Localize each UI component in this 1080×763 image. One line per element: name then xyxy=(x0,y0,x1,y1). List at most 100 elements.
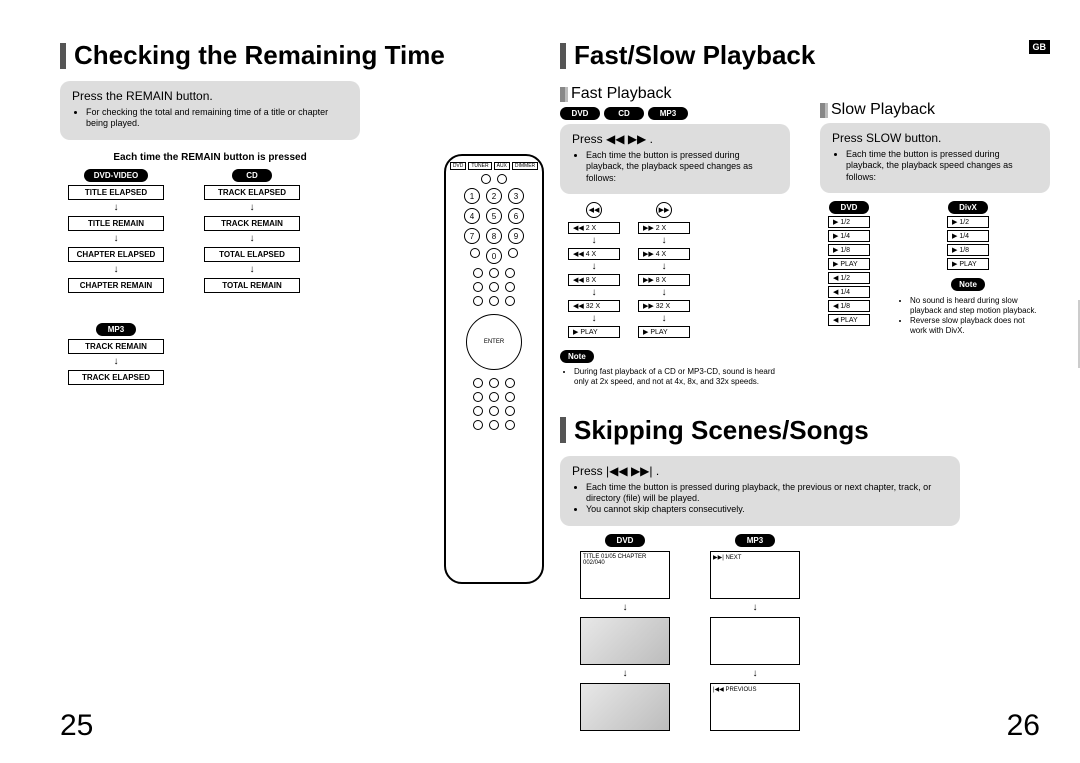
fast-fwd-1: ▶▶ 4 X xyxy=(638,248,690,260)
remote-num-9: 9 xyxy=(508,228,524,244)
down-arrow-icon: ↓ xyxy=(250,234,255,244)
fast-fwd-3: ▶▶ 32 X xyxy=(638,300,690,312)
slow-dvd-6: ◀ 1/8 xyxy=(828,300,870,312)
heading-text: Fast/Slow Playback xyxy=(574,40,815,71)
fast-rev-3: ◀◀ 32 X xyxy=(568,300,620,312)
down-arrow-icon: ↓ xyxy=(753,669,758,679)
remote-num-0: 0 xyxy=(486,248,502,264)
dvd-osd-caption: TITLE 01/05 CHAPTER 002/040 xyxy=(583,554,646,566)
press-word: Press xyxy=(572,132,603,146)
dvd-state-2: CHAPTER ELAPSED xyxy=(68,247,164,262)
down-arrow-icon: ↓ xyxy=(662,288,667,298)
remote-btn xyxy=(489,282,499,292)
dvd-scene-thumb xyxy=(580,683,670,731)
subheading-fast: Fast Playback xyxy=(560,85,790,103)
dvd-state-1: TITLE REMAIN xyxy=(68,216,164,231)
remote-btn xyxy=(508,248,518,258)
down-arrow-icon: ↓ xyxy=(623,603,628,613)
slow-note-pill: Note xyxy=(951,278,985,291)
remote-power-icon xyxy=(481,174,491,184)
pill-divx: DivX xyxy=(948,201,988,214)
slow-divx-1: ▶ 1/4 xyxy=(947,230,989,242)
fast-note-bullet: During fast playback of a CD or MP3-CD, … xyxy=(574,367,790,387)
cd-state-3: TOTAL REMAIN xyxy=(204,278,300,293)
fast-note-pill: Note xyxy=(560,350,594,363)
fast-rev-0: ◀◀ 2 X xyxy=(568,222,620,234)
fast-rev-1: ◀◀ 4 X xyxy=(568,248,620,260)
mp3-state-1: TRACK ELAPSED xyxy=(68,370,164,385)
remote-dpad xyxy=(466,314,522,370)
slow-dvd-5: ◀ 1/4 xyxy=(828,286,870,298)
pill-mp3: MP3 xyxy=(96,323,136,336)
pill-dvd-slow: DVD xyxy=(829,201,869,214)
subheading-text: Slow Playback xyxy=(831,101,935,119)
page-25: Checking the Remaining Time Press the RE… xyxy=(60,40,550,720)
gb-badge: GB xyxy=(1029,40,1051,54)
flow-cd: CD TRACK ELAPSED ↓ TRACK REMAIN ↓ TOTAL … xyxy=(204,169,300,293)
down-arrow-icon: ↓ xyxy=(662,262,667,272)
heading-fast-slow: Fast/Slow Playback xyxy=(560,40,1050,71)
remote-btn xyxy=(489,420,499,430)
fast-rev-2: ◀◀ 8 X xyxy=(568,274,620,286)
fast-fwd-2: ▶▶ 8 X xyxy=(638,274,690,286)
down-arrow-icon: ↓ xyxy=(662,236,667,246)
skip-bullet-0: Each time the button is pressed during p… xyxy=(586,482,948,505)
down-arrow-icon: ↓ xyxy=(114,357,119,367)
cd-state-1: TRACK REMAIN xyxy=(204,216,300,231)
heading-remaining-time: Checking the Remaining Time xyxy=(60,40,550,71)
slow-bullet: Each time the button is pressed during p… xyxy=(846,149,1038,183)
remote-num-6: 6 xyxy=(508,208,524,224)
fast-speed-group: ◀◀ ◀◀ 2 X ↓ ◀◀ 4 X ↓ ◀◀ 8 X ↓ ◀◀ 32 X ↓ … xyxy=(568,202,790,338)
remote-sleep-icon xyxy=(497,174,507,184)
remote-btn xyxy=(505,296,515,306)
skip-prev-next-icon: |◀◀ ▶▶| . xyxy=(606,464,659,478)
remote-btn xyxy=(473,420,483,430)
down-arrow-icon: ↓ xyxy=(114,265,119,275)
remote-btn xyxy=(473,296,483,306)
remote-num-5: 5 xyxy=(486,208,502,224)
mp3-prev-label: |◀◀ PREVIOUS xyxy=(713,687,756,693)
skip-lead: Press |◀◀ ▶▶| . xyxy=(572,464,948,478)
flow-mp3: MP3 TRACK REMAIN ↓ TRACK ELAPSED xyxy=(68,323,164,385)
fast-bullet: Each time the button is pressed during p… xyxy=(586,150,778,184)
pill-mp3: MP3 xyxy=(648,107,688,120)
fast-slow-row: Fast Playback DVD CD MP3 Press ◀◀ ▶▶ . E… xyxy=(560,81,1050,387)
skip-instruction-box: Press |◀◀ ▶▶| . Each time the button is … xyxy=(560,456,960,526)
remote-btn xyxy=(505,378,515,388)
heading-text: Skipping Scenes/Songs xyxy=(574,415,869,446)
remote-btn xyxy=(473,282,483,292)
cycle-label: Each time the REMAIN button is pressed xyxy=(60,152,360,163)
remote-top-strip: DVDTUNERAUXDIMMER xyxy=(446,162,542,170)
rewind-forward-icon: ◀◀ ▶▶ . xyxy=(606,132,653,146)
skip-diagrams: DVD TITLE 01/05 CHAPTER 002/040 ↓ ↓ MP3 … xyxy=(580,534,1050,731)
fast-fwd-0: ▶▶ 2 X xyxy=(638,222,690,234)
remain-bullet: For checking the total and remaining tim… xyxy=(86,107,348,130)
fast-lead: Press ◀◀ ▶▶ . xyxy=(572,132,778,146)
remote-btn xyxy=(470,248,480,258)
slow-instruction-box: Press SLOW button. Each time the button … xyxy=(820,123,1050,193)
slow-dvd-col: DVD ▶ 1/2 ▶ 1/4 ▶ 1/8 ▶ PLAY ◀ 1/2 ◀ 1/4… xyxy=(828,201,870,336)
slow-dvd-3: ▶ PLAY xyxy=(828,258,870,270)
slow-divx-3: ▶ PLAY xyxy=(947,258,989,270)
rewind-icon: ◀◀ xyxy=(586,202,602,218)
press-word: Press xyxy=(572,464,603,478)
skip-mp3-col: MP3 ▶▶| NEXT ↓ ↓ |◀◀ PREVIOUS xyxy=(710,534,800,731)
slow-note-1: Reverse slow playback does not work with… xyxy=(910,316,1040,336)
cd-state-2: TOTAL ELAPSED xyxy=(204,247,300,262)
mp3-prev-thumb: |◀◀ PREVIOUS xyxy=(710,683,800,731)
fast-rev-4: ▶ PLAY xyxy=(568,326,620,338)
fast-playback-col: Fast Playback DVD CD MP3 Press ◀◀ ▶▶ . E… xyxy=(560,81,790,387)
slow-lead: Press SLOW button. xyxy=(832,131,1038,145)
mp3-next-label: ▶▶| NEXT xyxy=(713,555,741,561)
fast-instruction-box: Press ◀◀ ▶▶ . Each time the button is pr… xyxy=(560,124,790,194)
fast-rev-col: ◀◀ ◀◀ 2 X ↓ ◀◀ 4 X ↓ ◀◀ 8 X ↓ ◀◀ 32 X ↓ … xyxy=(568,202,620,338)
page-number-right: 26 xyxy=(1007,709,1040,743)
remote-btn xyxy=(505,392,515,402)
remote-btn xyxy=(505,282,515,292)
subheading-slow: Slow Playback xyxy=(820,101,1050,119)
slow-divx-2: ▶ 1/8 xyxy=(947,244,989,256)
remote-btn xyxy=(473,378,483,388)
down-arrow-icon: ↓ xyxy=(592,314,597,324)
remote-num-2: 2 xyxy=(486,188,502,204)
remain-lead: Press the REMAIN button. xyxy=(72,89,348,103)
